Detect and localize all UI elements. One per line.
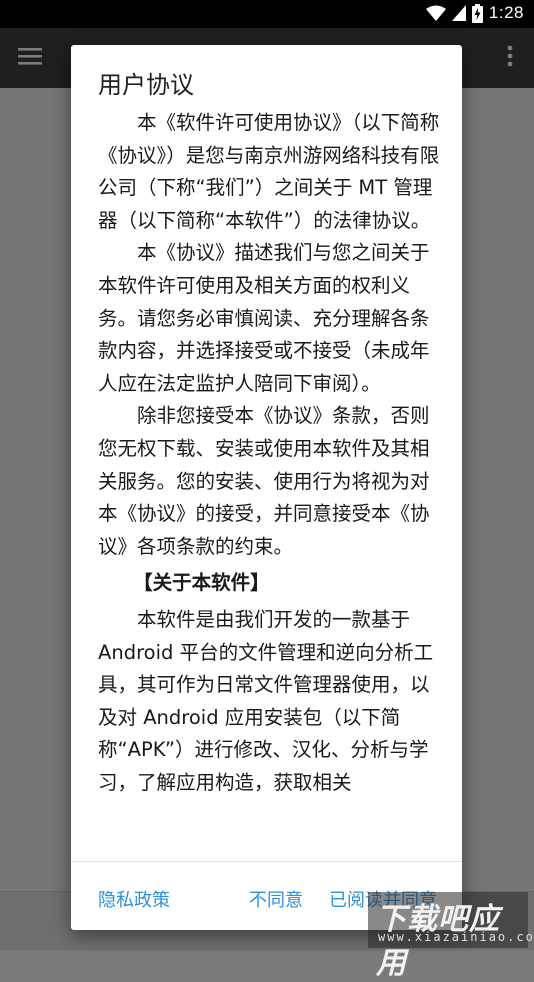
status-icons: 1:28: [425, 3, 524, 23]
agreement-paragraph: 除非您接受本《协议》条款，否则您无权下载、安装或使用本软件及其相关服务。您的安装…: [98, 404, 430, 558]
watermark-url: www.xiazainiao.com: [378, 930, 534, 944]
hamburger-menu-icon[interactable]: [18, 44, 42, 68]
user-agreement-dialog: 用户协议 本《软件许可使用协议》（以下简称《协议》）是您与南京州游网络科技有限公…: [71, 45, 462, 930]
more-vert-icon[interactable]: [506, 44, 514, 68]
section-heading: 【关于本软件】: [133, 571, 270, 595]
disagree-button[interactable]: 不同意: [249, 886, 303, 912]
agreement-paragraph: 本《协议》描述我们与您之间关于本软件许可使用及相关方面的权利义务。请您务必审慎阅…: [98, 241, 430, 395]
watermark-logo: 下载吧应用 www.xiazainiao.com: [368, 892, 534, 981]
status-bar: 1:28: [0, 0, 534, 28]
agreement-paragraph: 本《软件许可使用协议》（以下简称《协议》）是您与南京州游网络科技有限公司（下称“…: [98, 111, 440, 232]
signal-icon: [451, 5, 466, 21]
agreement-paragraph: 本软件是由我们开发的一款基于Android 平台的文件管理和逆向分析工具，其可作…: [98, 607, 434, 794]
battery-charging-icon: [471, 3, 483, 23]
privacy-policy-button[interactable]: 隐私政策: [98, 886, 170, 912]
agreement-text-scroll[interactable]: 本《软件许可使用协议》（以下简称《协议》）是您与南京州游网络科技有限公司（下称“…: [98, 107, 440, 861]
dialog-title: 用户协议: [98, 71, 194, 99]
status-time: 1:28: [488, 3, 524, 22]
wifi-icon: [425, 5, 446, 21]
scroll-fade: [71, 831, 462, 861]
